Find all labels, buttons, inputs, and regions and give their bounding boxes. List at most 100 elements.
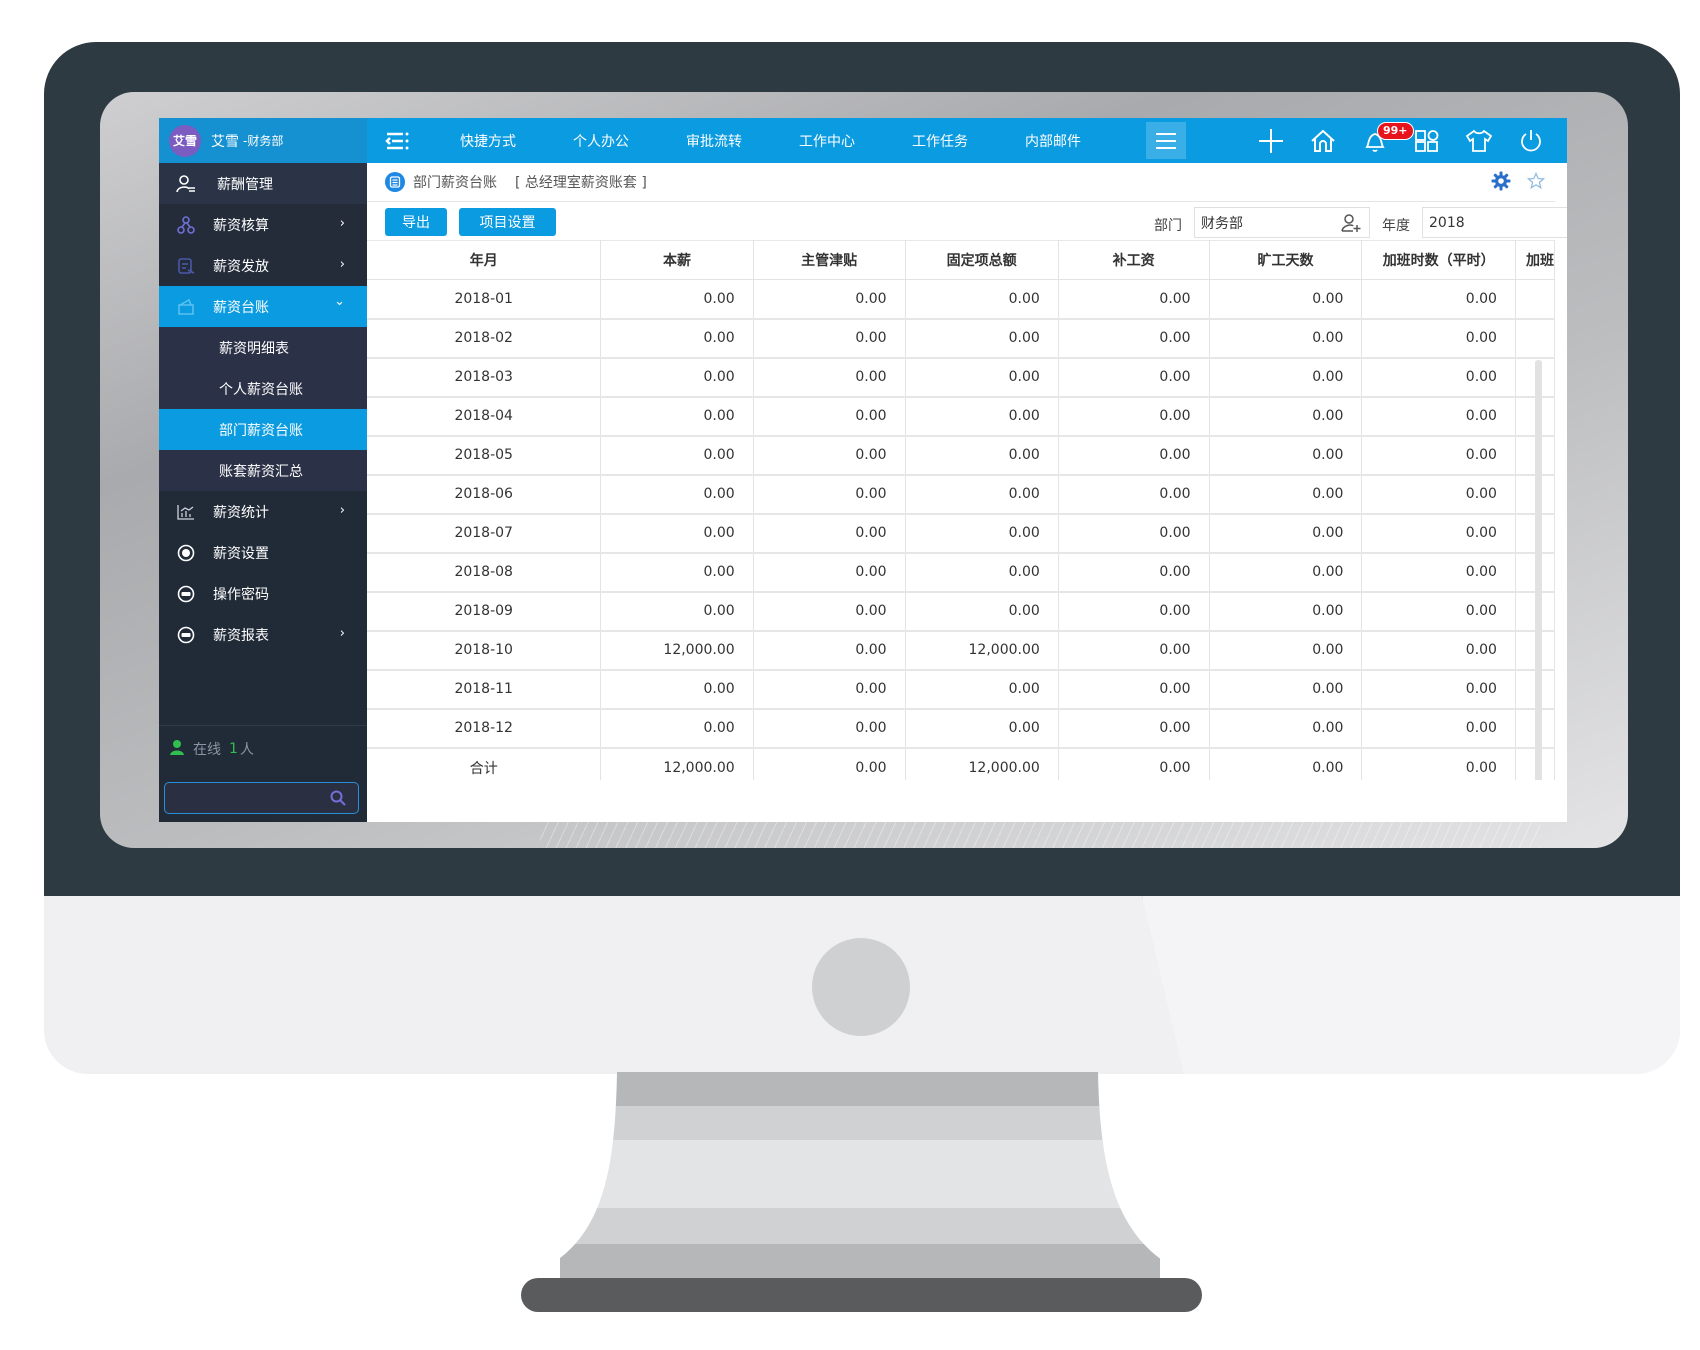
export-button[interactable]: 导出 [385,208,447,236]
nav-shortcuts[interactable]: 快捷方式 [460,131,540,151]
power-icon[interactable] [1505,118,1557,163]
amount-cell: 12,000.00 [600,630,754,671]
column-header[interactable]: 主管津贴 [753,240,906,280]
amount-cell: 12,000.00 [905,747,1059,780]
month-cell: 2018-11 [367,669,602,710]
month-cell: 2018-04 [367,396,602,437]
sidebar-item-operation-password[interactable]: 操作密码 [159,573,367,614]
column-header[interactable]: 旷工天数 [1209,240,1363,280]
column-header[interactable]: 固定项总额 [905,240,1059,280]
nav-work-tasks[interactable]: 工作任务 [912,131,992,151]
amount-cell: 0.00 [1058,513,1210,554]
table-row[interactable]: 2018-02 0.00 0.00 0.00 0.00 0.00 0.00 [367,318,1555,359]
search-icon[interactable] [330,790,346,810]
online-status: 在线 1 人 [169,739,254,759]
sidebar-item-salary-calc[interactable]: 薪资核算 › [159,204,367,245]
user-info[interactable]: 艾雪 艾雪 -财务部 [159,118,367,163]
monitor-logo [812,938,910,1036]
table-row[interactable]: 2018-03 0.00 0.00 0.00 0.00 0.00 0.00 [367,357,1555,398]
table-row[interactable]: 2018-01 0.00 0.00 0.00 0.00 0.00 0.00 [367,279,1555,320]
gear-icon[interactable] [1491,171,1511,195]
sidebar-search [164,782,359,814]
sidebar-item-salary-reports[interactable]: 薪资报表 › [159,614,367,655]
nav-work-center[interactable]: 工作中心 [799,131,879,151]
amount-cell: 0.00 [753,747,906,780]
table-total-row[interactable]: 合计 12,000.00 0.00 12,000.00 0.00 0.00 0.00 [367,747,1555,780]
table-row[interactable]: 2018-06 0.00 0.00 0.00 0.00 0.00 0.00 [367,474,1555,515]
table-row[interactable]: 2018-10 12,000.00 0.00 12,000.00 0.00 0.00 0.0… [367,630,1555,671]
payout-icon [175,255,197,277]
amount-cell: 0.00 [905,708,1059,749]
table-row[interactable]: 2018-05 0.00 0.00 0.00 0.00 0.00 0.00 [367,435,1555,476]
online-label: 在线 [193,742,221,758]
star-icon[interactable] [1526,171,1546,194]
table-row[interactable]: 2018-07 0.00 0.00 0.00 0.00 0.00 0.00 [367,513,1555,554]
avatar[interactable]: 艾雪 [169,124,201,157]
chevron-right-icon: › [339,626,345,641]
sidebar-item-label: 薪资台账 [213,299,269,316]
sidebar-subitem-salary-detail[interactable]: 薪资明细表 [159,327,367,368]
column-header[interactable]: 年月 [367,240,602,280]
chart-icon [175,501,197,523]
home-icon[interactable] [1297,118,1349,163]
user-add-icon[interactable] [1341,213,1361,237]
sidebar-subitem-dept-ledger[interactable]: 部门薪资台账 [159,409,367,450]
year-label: 年度 [1382,218,1410,234]
amount-cell: 0.00 [1209,747,1363,780]
table-scrollbar[interactable] [1535,360,1542,780]
chevron-right-icon: › [339,257,345,272]
apps-icon[interactable] [1401,118,1453,163]
sidebar-search-input[interactable] [165,783,325,813]
amount-cell: 0.00 [1209,513,1363,554]
amount-cell: 0.00 [1058,708,1210,749]
chevron-right-icon: › [339,216,345,231]
sidebar-item-label: 薪资核算 [213,217,269,234]
amount-cell: 0.00 [600,279,754,320]
menu-more-icon[interactable] [1146,122,1186,159]
year-field[interactable] [1422,207,1567,238]
main-nav: 快捷方式 个人办公 审批流转 工作中心 工作任务 内部邮件 [367,118,1105,163]
plus-icon[interactable] [1245,118,1297,163]
table-row[interactable]: 2018-11 0.00 0.00 0.00 0.00 0.00 0.00 [367,669,1555,710]
table-row[interactable]: 2018-04 0.00 0.00 0.00 0.00 0.00 0.00 [367,396,1555,437]
table-row[interactable]: 2018-09 0.00 0.00 0.00 0.00 0.00 0.00 [367,591,1555,632]
user-dept: -财务部 [243,134,284,148]
amount-cell: 0.00 [753,591,906,632]
table-row[interactable]: 2018-08 0.00 0.00 0.00 0.00 0.00 0.00 [367,552,1555,593]
sidebar-subitem-personal-ledger[interactable]: 个人薪资台账 [159,368,367,409]
column-header[interactable]: 加班时数（平时） [1361,240,1516,280]
nav-internal-mail[interactable]: 内部邮件 [1025,131,1105,151]
nav-approval-flow[interactable]: 审批流转 [686,131,766,151]
amount-cell: 0.00 [1209,357,1363,398]
month-cell: 2018-07 [367,513,602,554]
amount-cell: 0.00 [1058,630,1210,671]
sidebar-item-salary-payout[interactable]: 薪资发放 › [159,245,367,286]
table-row[interactable]: 2018-12 0.00 0.00 0.00 0.00 0.00 0.00 [367,708,1555,749]
amount-cell: 0.00 [600,318,754,359]
total-label: 合计 [367,747,602,780]
project-settings-button[interactable]: 项目设置 [459,208,556,236]
amount-cell: 0.00 [1361,435,1516,476]
nav-personal-office[interactable]: 个人办公 [573,131,653,151]
menu-toggle-icon[interactable] [367,118,427,163]
sidebar-item-salary-ledger[interactable]: 薪资台账 ⌄ [159,286,367,327]
dept-field[interactable] [1194,207,1370,238]
amount-cell: 0.00 [600,357,754,398]
bell-icon[interactable]: 99+ [1349,118,1414,163]
amount-cell: 0.00 [600,435,754,476]
sidebar-item-label: 薪资发放 [213,258,269,275]
amount-cell: 0.00 [753,396,906,437]
sidebar-item-label: 操作密码 [213,586,269,603]
skin-icon[interactable] [1453,118,1505,163]
month-cell: 2018-01 [367,279,602,320]
sidebar-subitem-account-summary[interactable]: 账套薪资汇总 [159,450,367,491]
month-cell: 2018-06 [367,474,602,515]
column-header[interactable]: 加班 [1515,240,1555,280]
column-header[interactable]: 本薪 [600,240,754,280]
sidebar-item-salary-settings[interactable]: 薪资设置 [159,532,367,573]
year-input[interactable] [1423,208,1567,237]
column-header[interactable]: 补工资 [1058,240,1210,280]
user-online-icon [169,739,185,759]
amount-cell: 0.00 [905,396,1059,437]
sidebar-item-salary-stats[interactable]: 薪资统计 › [159,491,367,532]
